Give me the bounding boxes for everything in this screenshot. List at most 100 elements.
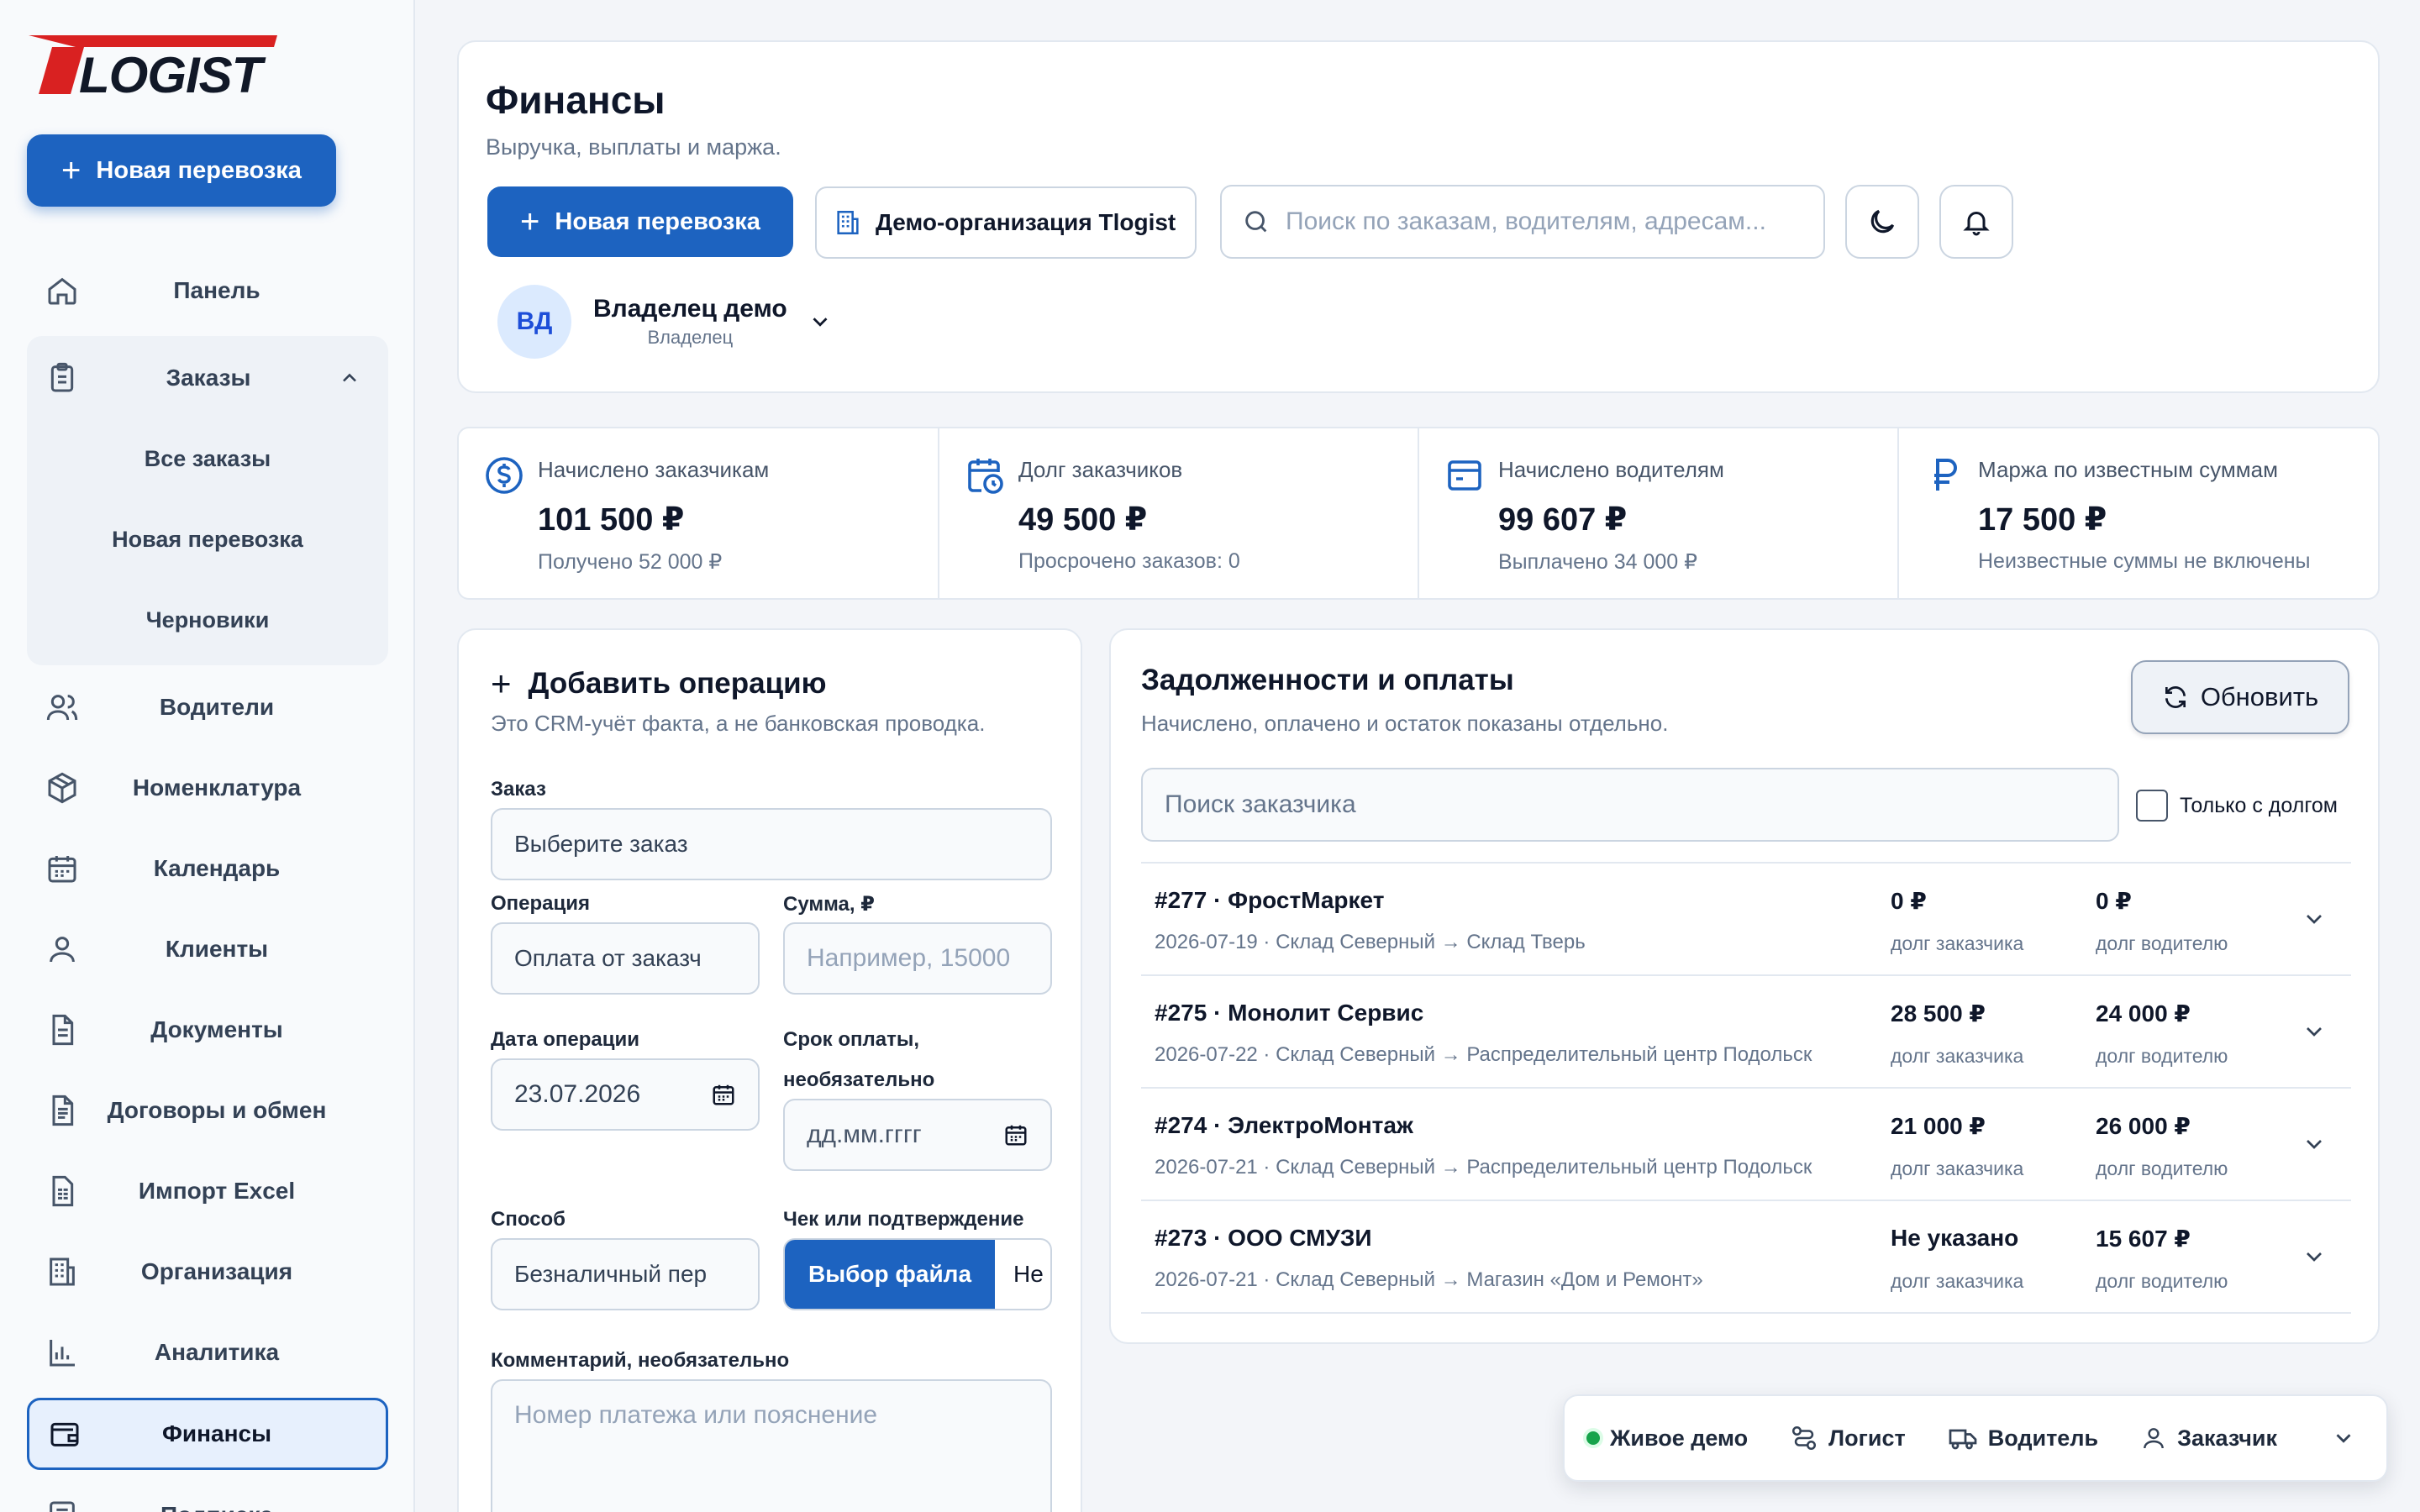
operation-date-input[interactable]: 23.07.2026: [491, 1058, 760, 1131]
refresh-icon: [2165, 686, 2186, 708]
wallet-card-icon: [1448, 460, 1481, 491]
user-icon: [50, 937, 75, 963]
payment-method-select[interactable]: Безналичный пер: [491, 1238, 760, 1310]
sidebar-item-dashboard[interactable]: Панель: [27, 257, 388, 324]
refresh-button[interactable]: Обновить: [2131, 660, 2349, 734]
only-debt-checkbox[interactable]: [2136, 790, 2168, 822]
notifications-button[interactable]: [1939, 185, 2013, 259]
chevron-down-icon[interactable]: [2301, 1018, 2328, 1045]
bell-icon: [1963, 212, 1990, 236]
live-dot-icon: [1586, 1431, 1600, 1445]
sidebar-item-documents[interactable]: Документы: [27, 996, 388, 1063]
route-icon: [1792, 1425, 1817, 1451]
debt-row[interactable]: #275 · Монолит Сервис 2026-07-22 · Склад…: [1141, 976, 2351, 1087]
amount-input[interactable]: Например, 15000: [783, 922, 1052, 995]
stat-client-debt: Долг заказчиков 49 500 ₽ Просрочено зака…: [939, 428, 1419, 600]
chevron-down-icon[interactable]: [2301, 1243, 2328, 1270]
calendar-icon: [48, 856, 76, 883]
stats-card: Начислено заказчикам 101 500 ₽ Получено …: [457, 427, 2380, 600]
user-name: Владелец демо: [593, 295, 787, 323]
header-card: Финансы Выручка, выплаты и маржа. + Нова…: [457, 40, 2380, 393]
demo-role-bar: Живое демо Логист Водитель Заказчик: [1563, 1394, 2388, 1482]
building-icon: [50, 1257, 75, 1286]
debts-card: Задолженности и оплаты Начислено, оплаче…: [1109, 628, 2380, 1344]
theme-toggle-button[interactable]: [1845, 185, 1919, 259]
chevron-down-icon[interactable]: [2301, 1131, 2328, 1158]
svg-text:LOGIST: LOGIST: [79, 47, 266, 99]
operation-select[interactable]: Оплата от заказч: [491, 922, 760, 995]
moon-icon: [1870, 209, 1895, 234]
debt-row[interactable]: #274 · ЭлектроМонтаж 2026-07-21 · Склад …: [1141, 1089, 2351, 1200]
plus-icon: +: [61, 151, 82, 189]
stat-billed-clients: Начислено заказчикам 101 500 ₽ Получено …: [459, 428, 939, 600]
sidebar-item-subscription[interactable]: Подписка: [27, 1482, 388, 1512]
file-status: Не: [1013, 1261, 1044, 1287]
only-debt-filter[interactable]: Только с долгом: [2136, 790, 2338, 822]
search-icon: [1245, 211, 1267, 233]
subscription-icon: [50, 1501, 75, 1512]
sidebar-item-orders[interactable]: Заказы: [27, 344, 388, 412]
sidebar-item-drivers[interactable]: Водители: [27, 674, 388, 741]
home-icon: [48, 277, 76, 305]
due-date-input[interactable]: дд.мм.гггг: [783, 1099, 1052, 1171]
users-icon: [46, 695, 78, 721]
user-role: Владелец: [647, 327, 734, 348]
chevron-down-icon[interactable]: [2331, 1425, 2356, 1451]
sidebar-subitem-new-shipment[interactable]: Новая перевозка: [27, 512, 388, 566]
page-subtitle: Выручка, выплаты и маржа.: [486, 134, 781, 160]
header-new-shipment-button[interactable]: + Новая перевозка: [487, 186, 793, 257]
avatar: ВД: [497, 285, 571, 359]
user-icon: [2144, 1428, 2164, 1449]
page-title: Финансы: [486, 78, 666, 122]
chevron-up-icon[interactable]: [338, 366, 361, 390]
debt-row[interactable]: #277 · ФростМаркет 2026-07-19 · Склад Се…: [1141, 864, 2351, 974]
sidebar-subitem-drafts[interactable]: Черновики: [27, 593, 388, 647]
document-icon: [52, 1014, 74, 1046]
new-shipment-button[interactable]: + Новая перевозка: [27, 134, 336, 207]
truck-icon: [1949, 1429, 1977, 1450]
wallet-icon: [50, 1422, 79, 1446]
sidebar-item-organization[interactable]: Организация: [27, 1238, 388, 1305]
ruble-icon: [1934, 459, 1957, 491]
user-menu[interactable]: ВД Владелец демо Владелец: [497, 284, 850, 360]
tlogist-logo[interactable]: LOGIST: [25, 32, 277, 99]
sidebar: LOGIST + Новая перевозка Панель Заказы В…: [0, 0, 415, 1512]
role-driver-button[interactable]: Водитель: [1948, 1423, 2098, 1453]
live-demo-indicator: Живое демо: [1586, 1425, 1748, 1452]
plus-icon: +: [520, 202, 540, 240]
calendar-clock-icon: [968, 459, 1003, 494]
package-icon: [48, 772, 76, 804]
chart-icon: [50, 1340, 75, 1367]
organization-selector[interactable]: Демо-организация Tlogist: [815, 186, 1197, 259]
sidebar-item-analytics[interactable]: Аналитика: [27, 1319, 388, 1386]
sidebar-item-import-excel[interactable]: Импорт Excel: [27, 1158, 388, 1225]
debts-title: Задолженности и оплаты: [1141, 664, 1514, 696]
sidebar-item-calendar[interactable]: Календарь: [27, 835, 388, 902]
spreadsheet-icon: [52, 1175, 74, 1207]
calendar-icon[interactable]: [1003, 1122, 1028, 1147]
comment-textarea[interactable]: Номер платежа или пояснение: [491, 1379, 1052, 1512]
debt-row[interactable]: #273 · ООО СМУЗИ 2026-07-21 · Склад Севе…: [1141, 1201, 2351, 1312]
plus-icon: +: [491, 664, 512, 703]
stat-margin: Маржа по известным суммам 17 500 ₽ Неизв…: [1899, 428, 2380, 600]
role-client-button[interactable]: Заказчик: [2140, 1425, 2277, 1452]
client-search-input[interactable]: Поиск заказчика: [1141, 768, 2119, 842]
sidebar-item-contracts[interactable]: Договоры и обмен: [27, 1077, 388, 1144]
choose-file-button[interactable]: Выбор файла: [785, 1240, 995, 1309]
sidebar-item-clients[interactable]: Клиенты: [27, 916, 388, 983]
global-search-input[interactable]: Поиск по заказам, водителям, адресам...: [1220, 185, 1825, 259]
contract-icon: [52, 1095, 74, 1126]
add-operation-title: + Добавить операцию: [491, 664, 827, 703]
calendar-icon[interactable]: [711, 1082, 736, 1107]
sidebar-item-finance[interactable]: Финансы: [27, 1398, 388, 1470]
sidebar-item-nomenclature[interactable]: Номенклатура: [27, 754, 388, 822]
receipt-file-input[interactable]: Выбор файла Не: [783, 1238, 1052, 1310]
clipboard-icon: [50, 362, 74, 392]
sidebar-subitem-all-orders[interactable]: Все заказы: [27, 432, 388, 486]
order-select[interactable]: Выберите заказ: [491, 808, 1052, 880]
stat-billed-drivers: Начислено водителям 99 607 ₽ Выплачено 3…: [1419, 428, 1899, 600]
building-icon: [837, 210, 859, 235]
chevron-down-icon[interactable]: [2301, 906, 2328, 932]
role-logist-button[interactable]: Логист: [1790, 1424, 1906, 1452]
add-operation-card: + Добавить операцию Это CRM-учёт факта, …: [457, 628, 1082, 1512]
